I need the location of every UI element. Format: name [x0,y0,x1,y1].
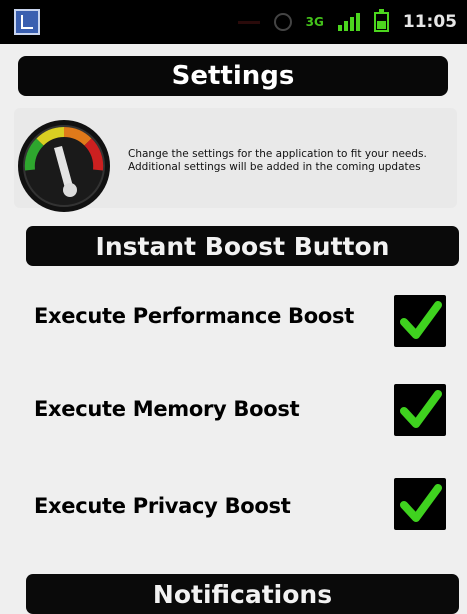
section-header-notifications: Notifications [26,574,459,614]
privacy-boost-checkbox[interactable] [394,478,446,530]
signal-icon [337,13,360,31]
performance-boost-label: Execute Performance Boost [34,304,354,328]
privacy-boost-label: Execute Privacy Boost [34,494,291,518]
battery-icon [373,9,389,32]
status-clock: 11:05 [402,12,457,32]
performance-boost-checkbox[interactable] [394,295,446,347]
page-title: Settings [18,56,448,96]
speedometer-gauge-icon [18,120,110,212]
section-header-instant-boost: Instant Boost Button [26,226,459,266]
3g-icon: 3G [305,15,324,29]
status-bar: 3G 11:05 [0,0,467,44]
checkmark-icon [400,301,442,339]
status-icons: 3G 11:05 [237,9,457,35]
app-notification-icon[interactable] [14,9,40,35]
gps-icon [273,13,292,31]
checkmark-icon [400,484,442,522]
memory-boost-checkbox[interactable] [394,384,446,436]
checkmark-icon [400,390,442,428]
memory-boost-label: Execute Memory Boost [34,397,300,421]
settings-description: Change the settings for the application … [128,148,427,173]
battery-low-icon [237,20,260,24]
